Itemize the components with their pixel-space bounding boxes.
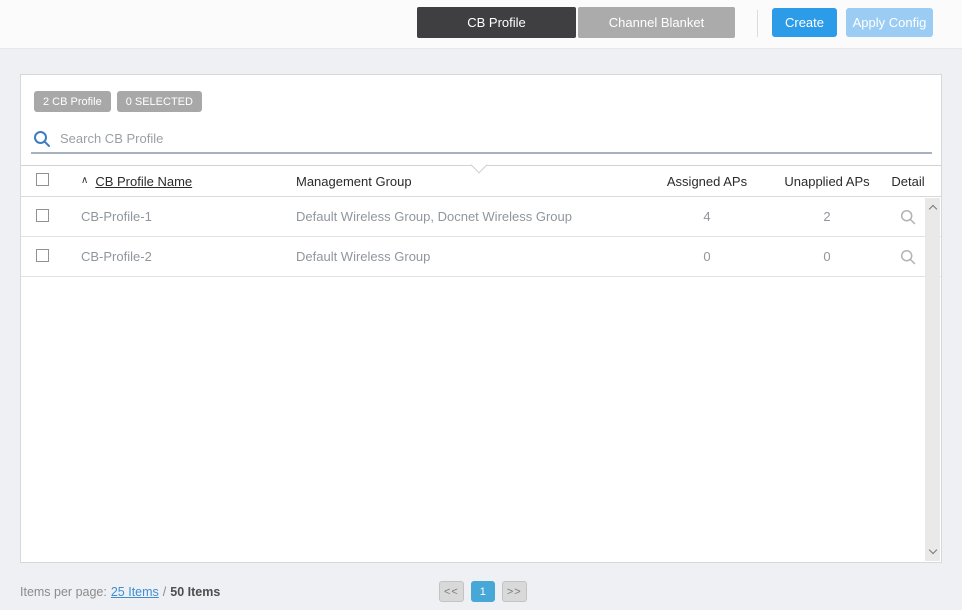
column-header-unapplied-aps: Unapplied APs [784, 173, 870, 189]
select-all-checkbox[interactable] [36, 173, 49, 186]
items-per-page-info: Items per page: 25 Items / 50 Items [20, 585, 220, 599]
pagination: << 1 >> [439, 581, 527, 602]
cb-profile-name-cell: CB-Profile-2 [81, 249, 152, 264]
unapplied-aps-cell: 2 [823, 209, 831, 224]
management-group-cell: Default Wireless Group [296, 249, 431, 264]
table-scrollbar[interactable] [925, 198, 940, 561]
scroll-up-icon[interactable] [928, 204, 937, 214]
tab-channel-blanket[interactable]: Channel Blanket [578, 7, 735, 38]
view-tab-group: CB Profile Channel Blanket [417, 7, 735, 38]
sort-asc-icon[interactable]: ∧ [81, 176, 88, 186]
row-checkbox[interactable] [36, 208, 49, 222]
badge-row: 2 CB Profile 0 SELECTED [34, 91, 202, 112]
search-bar [31, 125, 932, 154]
toolbar-divider [757, 10, 758, 37]
unapplied-aps-cell: 0 [823, 249, 831, 264]
scroll-down-icon[interactable] [928, 545, 937, 555]
row-checkbox[interactable] [36, 248, 49, 262]
cb-profile-name-cell: CB-Profile-1 [81, 209, 152, 224]
create-button[interactable]: Create [772, 8, 837, 37]
table-row[interactable]: CB-Profile-2 Default Wireless Group 0 0 [21, 237, 941, 277]
search-icon [34, 130, 50, 147]
apply-config-button[interactable]: Apply Config [846, 8, 933, 37]
top-toolbar: CB Profile Channel Blanket Create Apply … [0, 0, 962, 49]
detail-magnifier-icon[interactable] [900, 249, 916, 265]
items-per-page-link[interactable]: 25 Items [111, 585, 159, 599]
items-separator: / [162, 585, 167, 599]
assigned-aps-cell: 0 [703, 249, 711, 264]
search-input[interactable] [60, 131, 932, 146]
column-header-detail: Detail [891, 173, 925, 189]
total-items-label: 50 Items [170, 585, 221, 599]
column-header-cb-profile-name[interactable]: CB Profile Name [95, 174, 192, 189]
profile-count-badge: 2 CB Profile [34, 91, 111, 112]
management-group-cell: Default Wireless Group, Docnet Wireless … [296, 209, 572, 224]
column-header-assigned-aps: Assigned APs [666, 173, 748, 189]
selected-count-badge: 0 SELECTED [116, 91, 202, 112]
pagination-prev-button[interactable]: << [439, 581, 464, 602]
items-per-page-label: Items per page: [20, 585, 107, 599]
column-header-management-group: Management Group [296, 173, 412, 189]
table-header-row: ∧ CB Profile Name Management Group Assig… [21, 166, 941, 197]
pagination-page-1-button[interactable]: 1 [470, 581, 495, 602]
assigned-aps-cell: 4 [703, 209, 711, 224]
pagination-next-button[interactable]: >> [501, 581, 527, 602]
detail-magnifier-icon[interactable] [900, 209, 916, 225]
table-body: CB-Profile-1 Default Wireless Group, Doc… [21, 197, 941, 277]
cb-profile-panel: 2 CB Profile 0 SELECTED ∧ CB Profile Nam… [20, 74, 942, 563]
table-row[interactable]: CB-Profile-1 Default Wireless Group, Doc… [21, 197, 941, 237]
tab-cb-profile[interactable]: CB Profile [417, 7, 576, 38]
